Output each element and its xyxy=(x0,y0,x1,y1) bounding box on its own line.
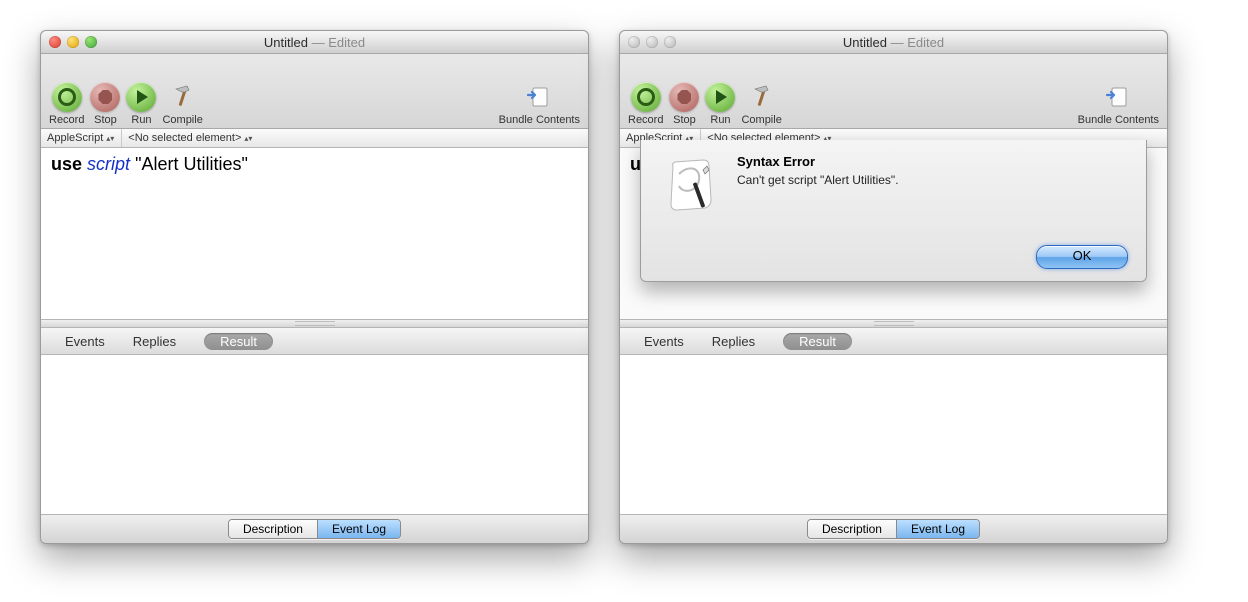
window-title: Untitled — Edited xyxy=(41,35,588,50)
result-tabs: Events Replies Result xyxy=(620,328,1167,355)
error-dialog-sheet: Syntax Error Can't get script "Alert Uti… xyxy=(640,140,1147,282)
close-icon[interactable] xyxy=(49,36,61,48)
segment-description[interactable]: Description xyxy=(808,520,896,538)
bundle-contents-button[interactable]: Bundle Contents xyxy=(1078,82,1159,126)
navigation-bar: AppleScript ▴▾ <No selected element> ▴▾ xyxy=(41,129,588,148)
string-literal: "Alert Utilities" xyxy=(135,154,248,174)
toolbar: Record Stop Run Compile xyxy=(620,54,1167,129)
title-state: Edited xyxy=(328,35,365,50)
zoom-icon[interactable] xyxy=(664,36,676,48)
titlebar[interactable]: Untitled — Edited xyxy=(620,31,1167,54)
tab-result[interactable]: Result xyxy=(783,333,852,350)
segment-description[interactable]: Description xyxy=(229,520,317,538)
result-tabs: Events Replies Result xyxy=(41,328,588,355)
run-button[interactable]: Run xyxy=(705,82,735,126)
script-editor-pane[interactable]: use script "Alert Utilities" xyxy=(41,148,588,319)
hammer-icon xyxy=(747,82,777,112)
tab-result[interactable]: Result xyxy=(204,333,273,350)
titlebar[interactable]: Untitled — Edited xyxy=(41,31,588,54)
tab-events[interactable]: Events xyxy=(644,334,684,349)
splitter-handle[interactable] xyxy=(620,319,1167,328)
dialog-title: Syntax Error xyxy=(737,154,1128,169)
hammer-icon xyxy=(168,82,198,112)
language-popup[interactable]: AppleScript ▴▾ xyxy=(41,129,122,147)
keyword-use: use xyxy=(51,154,82,174)
record-button[interactable]: Record xyxy=(49,82,84,126)
tab-replies[interactable]: Replies xyxy=(712,334,755,349)
splitter-handle[interactable] xyxy=(41,319,588,328)
footer-bar: Description Event Log xyxy=(41,514,588,543)
footer-bar: Description Event Log xyxy=(620,514,1167,543)
record-button[interactable]: Record xyxy=(628,82,663,126)
zoom-icon[interactable] xyxy=(85,36,97,48)
results-pane xyxy=(620,355,1167,514)
chevrons-icon: ▴▾ xyxy=(105,136,115,141)
tab-events[interactable]: Events xyxy=(65,334,105,349)
stop-icon xyxy=(677,90,691,104)
traffic-lights xyxy=(41,36,97,48)
script-editor-window-right: Untitled — Edited Record Stop Run xyxy=(619,30,1168,544)
record-icon xyxy=(58,88,76,106)
minimize-icon[interactable] xyxy=(67,36,79,48)
stop-button[interactable]: Stop xyxy=(669,82,699,126)
ok-button[interactable]: OK xyxy=(1036,245,1128,269)
chevrons-icon: ▴▾ xyxy=(243,136,253,141)
bundle-icon xyxy=(524,82,554,112)
bundle-contents-button[interactable]: Bundle Contents xyxy=(499,82,580,126)
dialog-message: Can't get script "Alert Utilities". xyxy=(737,173,1128,187)
segment-event-log[interactable]: Event Log xyxy=(317,520,400,538)
stop-icon xyxy=(98,90,112,104)
script-editor-window-left: Untitled — Edited Record Stop Run xyxy=(40,30,589,544)
run-button[interactable]: Run xyxy=(126,82,156,126)
window-title: Untitled — Edited xyxy=(620,35,1167,50)
play-icon xyxy=(716,90,727,104)
element-popup[interactable]: <No selected element> ▴▾ xyxy=(122,129,259,147)
toolbar: Record Stop Run Compile xyxy=(41,54,588,129)
record-icon xyxy=(637,88,655,106)
title-state: Edited xyxy=(907,35,944,50)
title-name: Untitled xyxy=(843,35,887,50)
keyword-script: script xyxy=(87,154,130,174)
bundle-icon xyxy=(1103,82,1133,112)
traffic-lights xyxy=(620,36,676,48)
close-icon[interactable] xyxy=(628,36,640,48)
stop-button[interactable]: Stop xyxy=(90,82,120,126)
title-name: Untitled xyxy=(264,35,308,50)
tab-replies[interactable]: Replies xyxy=(133,334,176,349)
play-icon xyxy=(137,90,148,104)
compile-button[interactable]: Compile xyxy=(741,82,781,126)
applescript-app-icon xyxy=(659,154,723,218)
view-segmented-control: Description Event Log xyxy=(228,519,401,539)
results-pane xyxy=(41,355,588,514)
view-segmented-control: Description Event Log xyxy=(807,519,980,539)
segment-event-log[interactable]: Event Log xyxy=(896,520,979,538)
compile-button[interactable]: Compile xyxy=(162,82,202,126)
minimize-icon[interactable] xyxy=(646,36,658,48)
